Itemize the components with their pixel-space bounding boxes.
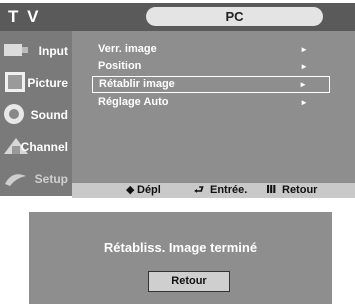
setup-icon (5, 174, 26, 186)
menu-item-label: Rétablir image (99, 78, 175, 90)
menu-item-label: Réglage Auto (98, 96, 169, 108)
sidebar-item-label: Picture (27, 76, 68, 90)
enter-icon: ⮐ (194, 184, 204, 196)
dialog-message: Rétabliss. Image terminé (103, 240, 258, 255)
sidebar-item-label: Input (38, 44, 68, 58)
menu-item-position[interactable]: Position ► (92, 58, 330, 75)
sidebar-item-channel[interactable]: Channel (0, 131, 72, 163)
arrow-right-icon: ► (300, 62, 308, 71)
section-title: PC (146, 7, 323, 26)
menu-item-retablir-image[interactable]: Rétablir image ► (92, 76, 330, 93)
return-icon: Ⅲ (266, 184, 277, 196)
sidebar: Input Picture Sound Channel Setup (0, 31, 72, 196)
sidebar-item-label: Channel (20, 140, 68, 154)
arrow-right-icon: ► (300, 98, 308, 107)
arrow-right-icon: ► (299, 80, 307, 89)
picture-icon (5, 72, 25, 92)
sidebar-item-label: Sound (30, 108, 68, 122)
sidebar-item-sound[interactable]: Sound (0, 99, 72, 131)
sidebar-item-label: Setup (34, 172, 68, 186)
return-label: Retour (282, 184, 318, 196)
menu-item-label: Verr. image (98, 43, 157, 55)
menu-item-label: Position (98, 60, 142, 72)
footer-bar: ◆ Dépl ⮐ Entrée. Ⅲ Retour (72, 183, 355, 198)
return-button[interactable]: Retour (148, 271, 230, 292)
menu-panel: Verr. image ► Position ► Rétablir image … (72, 31, 355, 183)
menu-item-reglage-auto[interactable]: Réglage Auto ► (92, 94, 330, 111)
arrow-right-icon: ► (300, 45, 308, 54)
tv-title: T V (0, 3, 78, 31)
move-label: Dépl (137, 184, 161, 196)
enter-label: Entrée. (210, 184, 248, 196)
sidebar-item-input[interactable]: Input (0, 35, 72, 67)
input-icon (4, 44, 28, 56)
move-icon: ◆ (126, 184, 135, 196)
menu-item-verr-image[interactable]: Verr. image ► (92, 41, 330, 58)
sidebar-item-picture[interactable]: Picture (0, 67, 72, 99)
sidebar-item-setup[interactable]: Setup (0, 163, 72, 195)
sound-icon (4, 104, 24, 124)
confirmation-dialog: Rétabliss. Image terminé Retour (29, 212, 332, 304)
